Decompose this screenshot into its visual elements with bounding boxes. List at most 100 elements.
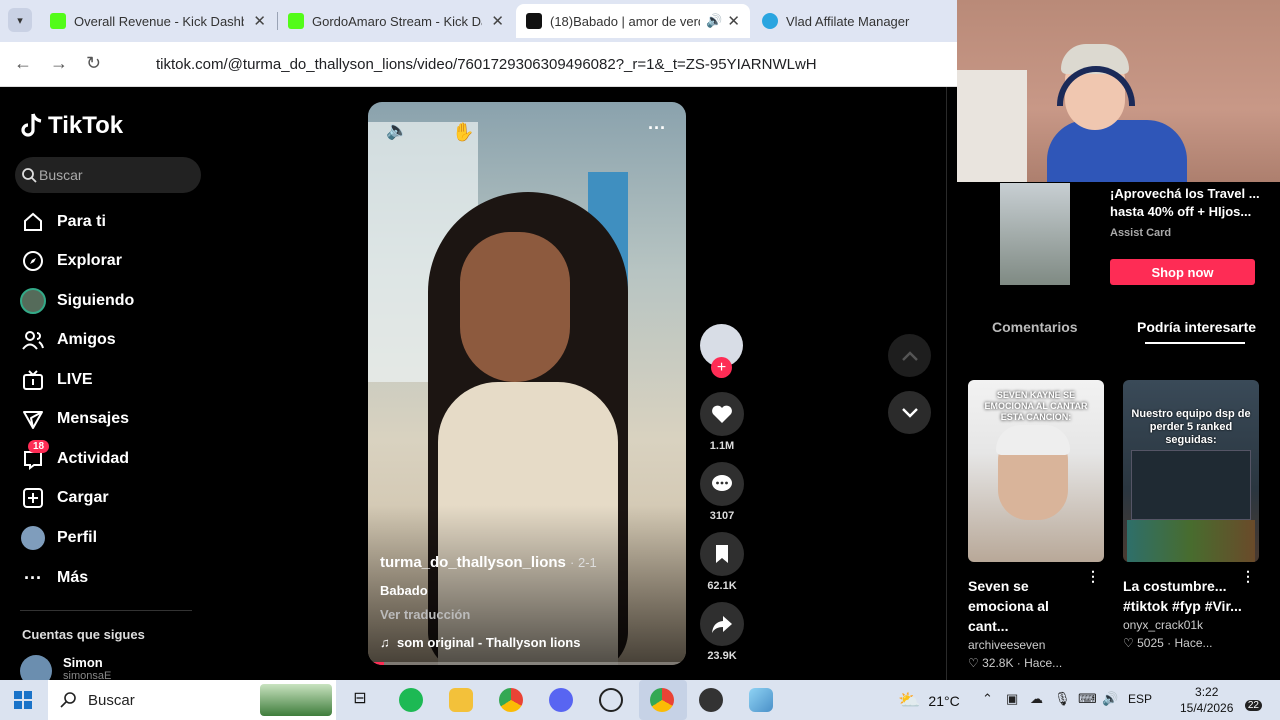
nav-amigos[interactable]: Amigos <box>20 324 116 356</box>
chevron-up-icon <box>901 350 918 361</box>
taskbar-search-placeholder: Buscar <box>88 691 135 709</box>
webcam-background-shelf <box>957 70 1027 182</box>
video-player[interactable]: 🔈 ✋ ··· turma_do_thallyson_lions · 2-1 B… <box>368 102 686 665</box>
video-progress-track[interactable] <box>368 662 686 665</box>
card-more-icon[interactable]: ⋮ <box>1241 568 1255 585</box>
network-icon[interactable]: ⌨ <box>1078 691 1097 707</box>
heart-icon[interactable] <box>700 392 744 436</box>
share-count: 23.9K <box>707 650 737 662</box>
chrome-profile-icon[interactable] <box>650 688 674 712</box>
show-hidden-icons-chevron[interactable]: ⌃ <box>982 691 993 707</box>
follow-plus-button[interactable]: + <box>711 357 732 378</box>
close-tab-icon[interactable]: ✕ <box>491 12 504 30</box>
tab-search-button[interactable]: ▾ <box>8 8 32 32</box>
thumbnail-hair <box>996 425 1070 455</box>
taskbar-search-box[interactable]: Buscar <box>48 680 336 720</box>
more-dots-icon: ··· <box>24 567 42 588</box>
bookmark-icon[interactable] <box>700 532 744 576</box>
share-arrow-icon[interactable] <box>700 602 744 646</box>
video-thumbnail[interactable]: SEVEN KAYNE SE EMOCIONA AL CANTAR ESTA C… <box>968 380 1104 562</box>
reload-icon[interactable]: ↻ <box>86 53 101 74</box>
input-language[interactable]: ESP <box>1128 692 1152 706</box>
close-tab-icon[interactable]: ✕ <box>253 12 266 30</box>
sound-link[interactable]: ♫ som original - Thallyson lions <box>380 635 580 650</box>
recommended-video-card[interactable]: SEVEN KAYNE SE EMOCIONA AL CANTAR ESTA C… <box>968 380 1104 670</box>
thumbnail-scoreboard <box>1131 450 1251 520</box>
speaker-icon[interactable]: 🔊 <box>1102 691 1118 707</box>
windows-taskbar: Buscar ⊟ ⛅ 21°C ⌃ ▣ ☁ 🎙 ⌨ 🔊 ESP 3:22 15/… <box>0 680 1280 720</box>
card-title: Seven se emociona al cant... <box>968 578 1049 634</box>
send-icon <box>20 406 46 432</box>
nav-actividad[interactable]: 18 Actividad <box>20 440 129 475</box>
notepad-icon[interactable] <box>749 688 773 712</box>
shop-now-button[interactable]: Shop now <box>1110 259 1255 285</box>
video-progress-fill <box>368 662 384 665</box>
obs-icon[interactable] <box>699 688 723 712</box>
tab-podria-interesarte[interactable]: Podría interesarte <box>1137 319 1256 335</box>
discord-icon[interactable] <box>549 688 573 712</box>
more-options-icon[interactable]: ··· <box>648 118 666 139</box>
profile-avatar-icon <box>20 525 46 551</box>
music-note-icon: ♫ <box>380 635 390 650</box>
card-likes: 32.8K <box>982 656 1014 670</box>
tab-tiktok-active[interactable]: (18)Babado | amor de verdade 🔊 ✕ <box>516 4 750 38</box>
tab-kick-revenue[interactable]: Overall Revenue - Kick Dashboard ✕ <box>40 4 276 38</box>
like-action[interactable]: 1.1M <box>700 392 744 452</box>
previous-video-button[interactable] <box>888 334 931 377</box>
tab-vlad-affiliate[interactable]: Vlad Affilate Manager <box>752 4 957 38</box>
video-author[interactable]: turma_do_thallyson_lions · 2-1 <box>380 554 597 571</box>
tiktok-favicon-icon <box>526 13 542 29</box>
tab-kick-stream[interactable]: GordoAmaro Stream - Kick Dashboard ✕ <box>278 4 514 38</box>
taskbar-clock[interactable]: 3:22 15/4/2026 <box>1180 684 1233 716</box>
see-translation-link[interactable]: Ver traducción <box>380 607 470 622</box>
url-field[interactable]: tiktok.com/@turma_do_thallyson_lions/vid… <box>120 48 950 80</box>
spotify-icon[interactable] <box>399 688 423 712</box>
nav-mensajes[interactable]: Mensajes <box>20 403 129 435</box>
nav-live[interactable]: LIVE <box>20 364 93 396</box>
search-input[interactable]: Buscar <box>15 157 201 193</box>
back-arrow-icon[interactable]: ← <box>14 53 32 74</box>
nav-mas[interactable]: ··· Más <box>20 562 88 594</box>
forward-arrow-icon[interactable]: → <box>50 53 68 74</box>
comment-action[interactable]: 3107 <box>700 462 744 522</box>
audio-playing-icon[interactable]: 🔊 <box>706 13 722 29</box>
ad-thumbnail[interactable] <box>1000 183 1070 285</box>
share-action[interactable]: 23.9K <box>700 602 744 662</box>
next-video-button[interactable] <box>888 391 931 434</box>
microphone-icon[interactable]: 🎙 <box>1054 691 1071 707</box>
comment-count: 3107 <box>709 510 735 522</box>
ad-title[interactable]: ¡Aprovechá los Travel ... hasta 40% off … <box>1110 185 1260 221</box>
card-more-icon[interactable]: ⋮ <box>1086 568 1100 585</box>
video-thumbnail[interactable]: Nuestro equipo dsp de perder 5 ranked se… <box>1123 380 1259 562</box>
cloud-icon[interactable]: ☁ <box>1030 691 1043 707</box>
volume-icon[interactable]: 🔈 <box>386 120 408 141</box>
card-stats: ♡ 32.8K · Hace... <box>968 656 1063 670</box>
weather-widget[interactable]: ⛅ 21°C <box>898 690 960 711</box>
nav-siguiendo[interactable]: Siguiendo <box>20 285 134 317</box>
tray-app-icon[interactable]: ▣ <box>1006 691 1018 707</box>
task-view-icon[interactable]: ⊟ <box>348 688 372 712</box>
like-count: 1.1M <box>709 440 735 452</box>
chatgpt-icon[interactable] <box>599 688 623 712</box>
nav-cargar[interactable]: Cargar <box>20 482 109 514</box>
nav-label: Cargar <box>57 489 109 506</box>
tiktok-logo[interactable]: TikTok <box>20 112 123 140</box>
video-date: · 2-1 <box>570 555 597 570</box>
nav-para-ti[interactable]: Para ti <box>20 206 106 238</box>
webcam-person-shirt <box>1047 120 1187 182</box>
windows-start-icon[interactable] <box>14 691 32 709</box>
file-explorer-icon[interactable] <box>449 688 473 712</box>
nav-explorar[interactable]: Explorar <box>20 245 122 277</box>
tab-comentarios[interactable]: Comentarios <box>992 319 1078 335</box>
comment-icon[interactable] <box>700 462 744 506</box>
nav-label: Amigos <box>57 331 116 348</box>
nav-perfil[interactable]: Perfil <box>20 522 97 554</box>
close-tab-icon[interactable]: ✕ <box>727 12 740 30</box>
notification-center-icon[interactable]: 22 <box>1238 689 1262 711</box>
save-action[interactable]: 62.1K <box>700 532 744 592</box>
live-tv-icon <box>20 367 46 393</box>
clock-time: 3:22 <box>1195 685 1219 699</box>
temperature: 21°C <box>928 692 960 709</box>
chrome-icon[interactable] <box>499 688 523 712</box>
recommended-video-card[interactable]: Nuestro equipo dsp de perder 5 ranked se… <box>1123 380 1259 650</box>
